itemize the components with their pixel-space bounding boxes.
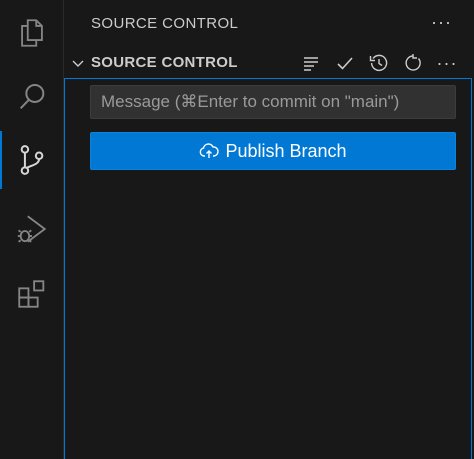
cloud-upload-icon [200, 143, 220, 158]
commit-button[interactable] [332, 51, 358, 75]
publish-branch-label: Publish Branch [225, 140, 347, 161]
source-control-icon [20, 145, 43, 175]
extensions-icon [17, 280, 44, 308]
publish-branch-button[interactable]: Publish Branch [90, 132, 456, 170]
history-icon [369, 54, 388, 72]
section-title: SOURCE CONTROL [91, 54, 238, 71]
list-flat-icon [304, 57, 318, 71]
explorer-icon [20, 19, 43, 47]
search-icon [19, 83, 44, 110]
section-actions: ··· [298, 51, 460, 75]
more-actions-button[interactable]: ··· [434, 51, 460, 75]
sidebar-more-button[interactable]: ··· [431, 12, 452, 33]
refresh-button[interactable] [400, 51, 426, 75]
run-debug-icon [17, 215, 46, 243]
view-as-list-button[interactable] [298, 51, 324, 75]
source-control-sidebar: SOURCE CONTROL ··· SOURCE CONTROL ··· Me… [64, 0, 474, 459]
activity-run-debug[interactable] [0, 200, 63, 258]
section-header[interactable]: SOURCE CONTROL ··· [64, 48, 474, 78]
activity-search[interactable] [0, 68, 63, 126]
activity-extensions[interactable] [0, 265, 63, 323]
activity-bar [0, 0, 64, 459]
history-button[interactable] [366, 51, 392, 75]
activity-explorer[interactable] [0, 4, 63, 62]
chevron-down-icon[interactable] [70, 55, 86, 71]
commit-message-input[interactable] [90, 85, 456, 119]
ellipsis-icon: ··· [436, 52, 458, 73]
refresh-icon [405, 54, 421, 71]
sidebar-title-bar: SOURCE CONTROL ··· [64, 0, 474, 46]
activity-source-control[interactable] [0, 131, 63, 189]
sidebar-title: SOURCE CONTROL [91, 15, 239, 32]
check-icon [337, 57, 353, 70]
